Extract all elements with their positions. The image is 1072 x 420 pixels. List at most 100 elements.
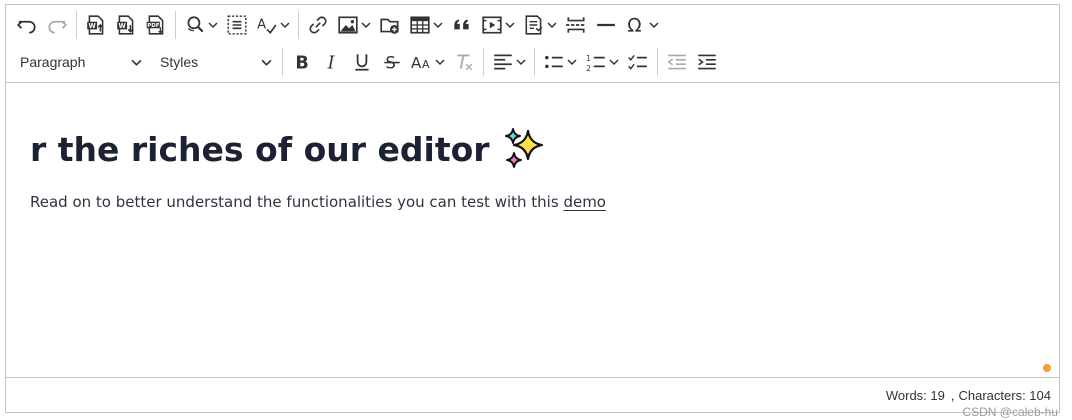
character-count: Characters: 104 — [958, 387, 1052, 403]
import-word-icon: W — [87, 15, 104, 35]
character-count-separator: , — [950, 387, 955, 403]
sparkles-icon — [504, 128, 543, 168]
svg-text:2: 2 — [586, 64, 591, 73]
font-size-icon: AA — [411, 54, 430, 72]
bold-button[interactable]: B — [287, 47, 317, 77]
svg-text:I: I — [327, 54, 336, 73]
export-word-icon: W — [117, 15, 134, 35]
link-icon — [309, 16, 327, 34]
insert-table-button[interactable] — [405, 10, 447, 40]
decrease-indent-button[interactable] — [662, 47, 692, 77]
image-icon — [338, 16, 358, 34]
spell-check-button[interactable]: A — [252, 10, 294, 40]
heading-dropdown-value: Paragraph — [20, 54, 86, 70]
bulleted-list-icon — [545, 55, 563, 69]
chevron-down-icon — [208, 22, 218, 29]
special-characters-button[interactable]: Ω — [621, 10, 663, 40]
export-pdf-icon: PDF — [146, 15, 164, 35]
remove-format-button[interactable] — [449, 47, 479, 77]
underline-button[interactable] — [347, 47, 377, 77]
toolbar-separator — [298, 11, 299, 39]
media-embed-icon — [482, 16, 502, 34]
chevron-down-icon — [516, 59, 526, 66]
undo-button[interactable] — [12, 10, 42, 40]
page-break-button[interactable] — [561, 10, 591, 40]
select-all-button[interactable] — [222, 10, 252, 40]
redo-button[interactable] — [42, 10, 72, 40]
undo-icon — [16, 20, 36, 34]
todo-list-icon — [628, 54, 647, 70]
import-word-button[interactable]: W — [81, 10, 111, 40]
remove-format-icon — [457, 54, 473, 71]
paragraph-text: Read on to better understand the functio… — [30, 193, 564, 211]
chevron-down-icon — [280, 22, 290, 29]
redo-icon — [48, 20, 68, 34]
font-size-button[interactable]: AA — [407, 47, 449, 77]
strikethrough-button[interactable]: S — [377, 47, 407, 77]
italic-button[interactable]: I — [317, 47, 347, 77]
select-all-icon — [227, 15, 247, 35]
word-count: Words: 19 — [885, 387, 945, 403]
toolbar-separator — [534, 48, 535, 76]
indent-icon — [698, 54, 716, 70]
toolbar-separator — [175, 11, 176, 39]
heading-dropdown[interactable]: Paragraph — [12, 47, 148, 77]
chevron-down-icon — [261, 59, 272, 66]
heading-text: r the riches of our editor — [30, 129, 490, 169]
align-left-icon — [494, 54, 512, 70]
insert-media-button[interactable] — [375, 10, 405, 40]
strikethrough-icon: S — [384, 54, 400, 73]
chevron-down-icon — [567, 59, 577, 66]
svg-text:1: 1 — [586, 54, 591, 63]
numbered-list-button[interactable]: 12 — [581, 47, 623, 77]
chevron-down-icon — [547, 22, 557, 29]
svg-text:A: A — [411, 54, 422, 72]
export-pdf-button[interactable]: PDF — [141, 10, 171, 40]
bulleted-list-button[interactable] — [539, 47, 581, 77]
find-replace-icon — [187, 16, 204, 33]
chevron-down-icon — [649, 22, 659, 29]
outdent-icon — [667, 54, 686, 70]
toolbar-separator — [76, 11, 77, 39]
svg-text:W: W — [89, 22, 97, 30]
blockquote-button[interactable] — [447, 10, 477, 40]
link-button[interactable] — [303, 10, 333, 40]
media-browser-icon — [380, 18, 399, 34]
svg-text:Ω: Ω — [627, 16, 641, 36]
page-break-icon — [566, 17, 586, 33]
document-heading: r the riches of our editor — [30, 127, 546, 171]
editing-area[interactable]: r the riches of our editor Read on to be… — [6, 83, 1059, 380]
blockquote-icon — [454, 19, 469, 30]
styles-dropdown[interactable]: Styles — [152, 47, 278, 77]
todo-list-button[interactable] — [623, 47, 653, 77]
increase-indent-button[interactable] — [692, 47, 722, 77]
horizontal-line-icon — [597, 23, 615, 27]
toolbar-separator — [483, 48, 484, 76]
template-icon — [525, 15, 543, 35]
document-paragraph: Read on to better understand the functio… — [30, 193, 606, 211]
chevron-down-icon — [505, 22, 515, 29]
underline-icon — [355, 54, 369, 71]
demo-link[interactable]: demo — [563, 193, 606, 211]
status-dot — [1043, 364, 1051, 372]
watermark: CSDN @caleb-hu — [962, 405, 1058, 419]
find-replace-button[interactable] — [180, 10, 222, 40]
media-embed-button[interactable] — [477, 10, 519, 40]
numbered-list-icon: 12 — [586, 54, 605, 73]
text-alignment-button[interactable] — [488, 47, 530, 77]
horizontal-line-button[interactable] — [591, 10, 621, 40]
chevron-down-icon — [435, 59, 445, 66]
svg-text:A: A — [422, 58, 430, 71]
special-characters-icon: Ω — [627, 16, 641, 36]
chevron-down-icon — [361, 22, 371, 29]
export-word-button[interactable]: W — [111, 10, 141, 40]
svg-text:PDF: PDF — [147, 23, 160, 29]
status-bar: Words: 19, Characters: 104 — [6, 377, 1059, 412]
toolbar-separator — [657, 48, 658, 76]
chevron-down-icon — [609, 59, 619, 66]
svg-text:A: A — [257, 17, 266, 32]
insert-image-button[interactable] — [333, 10, 375, 40]
toolbar-row-2: Paragraph Styles B I S AA — [12, 45, 722, 79]
bold-icon: B — [295, 54, 308, 73]
insert-template-button[interactable] — [519, 10, 561, 40]
